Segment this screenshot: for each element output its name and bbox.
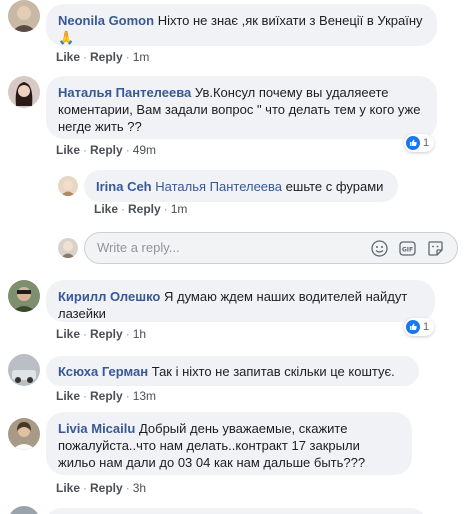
comment-bubble: Ксюха Герман Так і ніхто не запитав скіл… <box>46 356 419 386</box>
avatar[interactable] <box>8 0 40 32</box>
timestamp[interactable]: 13m <box>133 389 156 403</box>
like-link[interactable]: Like <box>94 202 118 216</box>
comment-bubble: Livia Micailu Добрый день уважаемые, ска… <box>46 412 412 475</box>
reaction-count[interactable]: 1 <box>404 134 435 152</box>
comment-author[interactable]: Кирилл Олешко <box>58 289 160 304</box>
reply-bubble: Irina Ceh Наталья Пантелеева ешьте с фур… <box>84 170 398 202</box>
avatar[interactable] <box>8 418 40 450</box>
reply-link[interactable]: Reply <box>90 481 123 495</box>
comment-actions: Like · Reply · 1h <box>56 327 147 341</box>
avatar <box>58 238 78 258</box>
like-link[interactable]: Like <box>56 50 80 64</box>
comment-author[interactable]: Livia Micailu <box>58 421 135 436</box>
reply-link[interactable]: Reply <box>90 143 123 157</box>
avatar[interactable] <box>8 280 40 312</box>
comment-bubble: Neonila Gomon Ніхто не знає ,як виїхати … <box>46 4 437 46</box>
comment-author[interactable]: Наталья Пантелеева <box>58 85 191 100</box>
comment-bubble <box>46 508 426 514</box>
comment-actions: Like · Reply · 1m <box>94 202 188 216</box>
avatar[interactable] <box>8 354 40 386</box>
sticker-icon[interactable] <box>427 240 444 257</box>
comment-bubble: Наталья Пантелеева Ув.Консул почему вы у… <box>46 76 437 139</box>
avatar[interactable] <box>8 76 40 108</box>
comment-actions: Like · Reply · 13m <box>56 389 157 403</box>
comment-author[interactable]: Irina Ceh <box>96 179 152 194</box>
timestamp[interactable]: 3h <box>133 481 146 495</box>
comment-thread: Neonila Gomon Ніхто не знає ,як виїхати … <box>0 0 471 514</box>
reaction-number: 1 <box>423 137 430 149</box>
reply-link[interactable]: Reply <box>90 50 123 64</box>
smiley-icon[interactable] <box>371 240 388 257</box>
like-link[interactable]: Like <box>56 389 80 403</box>
comment-author[interactable]: Neonila Gomon <box>58 13 154 28</box>
comment-text: ешьте с фурами <box>285 179 384 194</box>
comment-author[interactable]: Ксюха Герман <box>58 364 148 379</box>
comment-actions: Like · Reply · 1m <box>56 50 150 64</box>
comment-text: Так і ніхто не запитав скільки це коштує… <box>151 364 395 379</box>
svg-text:GIF: GIF <box>402 247 413 254</box>
comment-actions: Like · Reply · 49m <box>56 143 157 157</box>
reaction-count[interactable]: 1 <box>404 318 435 336</box>
comment-bubble: Кирилл Олешко Я думаю ждем наших водител… <box>46 280 435 322</box>
mention-link[interactable]: Наталья Пантелеева <box>155 179 282 194</box>
thumbs-up-icon <box>406 320 420 334</box>
timestamp[interactable]: 1m <box>133 50 150 64</box>
gif-icon[interactable]: GIF <box>399 240 416 257</box>
timestamp[interactable]: 1m <box>171 202 188 216</box>
reaction-number: 1 <box>423 321 430 333</box>
like-link[interactable]: Like <box>56 143 80 157</box>
thumbs-up-icon <box>406 136 420 150</box>
like-link[interactable]: Like <box>56 481 80 495</box>
reply-link[interactable]: Reply <box>90 327 123 341</box>
avatar[interactable] <box>8 506 40 514</box>
avatar[interactable] <box>58 176 78 196</box>
comment-actions: Like · Reply · 3h <box>56 481 147 495</box>
reply-link[interactable]: Reply <box>90 389 123 403</box>
reply-input[interactable] <box>97 240 337 255</box>
like-link[interactable]: Like <box>56 327 80 341</box>
timestamp[interactable]: 1h <box>133 327 146 341</box>
reply-link[interactable]: Reply <box>128 202 161 216</box>
timestamp[interactable]: 49m <box>133 143 156 157</box>
reply-box: GIF <box>84 232 458 264</box>
